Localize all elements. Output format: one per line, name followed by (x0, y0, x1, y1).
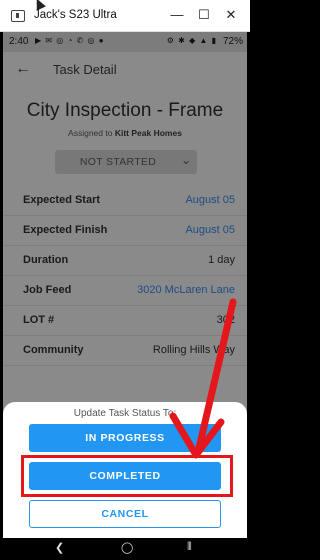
status-bottom-sheet: Update Task Status To: IN PROGRESS COMPL… (3, 402, 247, 558)
detail-row-job-feed: Job Feed 3020 McLaren Lane (3, 276, 247, 306)
device-icon (11, 10, 25, 22)
detail-row-lot: LOT # 302 (3, 306, 247, 336)
detail-row-expected-finish: Expected Finish August 05 (3, 216, 247, 246)
detail-label: Duration (23, 254, 69, 266)
window-title: Jack's S23 Ultra (34, 9, 117, 21)
status-dropdown-value: NOT STARTED (79, 156, 157, 168)
detail-label: Community (23, 344, 84, 356)
android-nav-bar: ❮ ◯ ⦀ (3, 538, 247, 558)
phone-screen: 2:40 ▶ ✉ ◎ ◔ ✆ ◎ ● ⚙ ✱ ◆ ▲ ▮ 72% ← Task … (3, 32, 247, 558)
assigned-to-line: Assigned to Kitt Peak Homes (3, 128, 247, 138)
detail-value: Rolling Hills Way (152, 344, 235, 356)
page-title: Task Detail (53, 62, 117, 77)
detail-label: Job Feed (23, 284, 72, 296)
cancel-button[interactable]: CANCEL (29, 500, 221, 528)
in-progress-button[interactable]: IN PROGRESS (29, 424, 221, 452)
assigned-prefix: Assigned to (68, 128, 113, 138)
status-bar: 2:40 ▶ ✉ ◎ ◔ ✆ ◎ ● ⚙ ✱ ◆ ▲ ▮ 72% (3, 32, 247, 52)
detail-label: Expected Finish (23, 224, 108, 236)
completed-button[interactable]: COMPLETED (29, 462, 221, 490)
emulator-window: Jack's S23 Ultra — ☐ ✕ 2:40 ▶ ✉ ◎ ◔ ✆ ◎ … (0, 0, 250, 560)
nav-home-icon[interactable]: ◯ (121, 541, 133, 554)
nav-back-icon[interactable]: ❮ (55, 541, 64, 554)
detail-row-expected-start: Expected Start August 05 (3, 186, 247, 216)
maximize-button[interactable]: ☐ (195, 6, 213, 24)
detail-row-duration: Duration 1 day (3, 246, 247, 276)
system-status-icons: ⚙ ✱ ◆ ▲ ▮ (166, 36, 217, 45)
task-title: City Inspection - Frame (26, 100, 224, 121)
task-detail-screen: ← Task Detail City Inspection - Frame As… (3, 52, 247, 558)
assigned-company: Kitt Peak Homes (114, 128, 182, 138)
detail-label: Expected Start (23, 194, 101, 206)
window-title-bar: Jack's S23 Ultra — ☐ ✕ (0, 0, 250, 32)
battery-level: 72% (222, 36, 243, 47)
app-bar: ← Task Detail (3, 52, 247, 88)
close-button[interactable]: ✕ (222, 6, 240, 24)
chevron-down-icon: ⌄ (180, 153, 191, 167)
detail-value-link[interactable]: 3020 McLaren Lane (137, 284, 235, 296)
detail-value-link[interactable]: August 05 (185, 224, 235, 236)
status-time: 2:40 (9, 36, 29, 47)
sheet-title: Update Task Status To: (73, 408, 177, 419)
detail-value-link[interactable]: August 05 (185, 194, 235, 206)
minimize-button[interactable]: — (168, 6, 186, 24)
detail-value: 302 (216, 314, 235, 326)
detail-value: 1 day (208, 254, 235, 266)
detail-row-community: Community Rolling Hills Way (3, 336, 247, 366)
nav-recent-apps-icon[interactable]: ⦀ (187, 541, 192, 554)
notification-icons: ▶ ✉ ◎ ◔ ✆ ◎ ● (35, 36, 105, 45)
back-arrow-icon[interactable]: ← (15, 60, 31, 78)
detail-label: LOT # (23, 314, 55, 326)
status-dropdown[interactable]: NOT STARTED ⌄ (55, 150, 197, 174)
